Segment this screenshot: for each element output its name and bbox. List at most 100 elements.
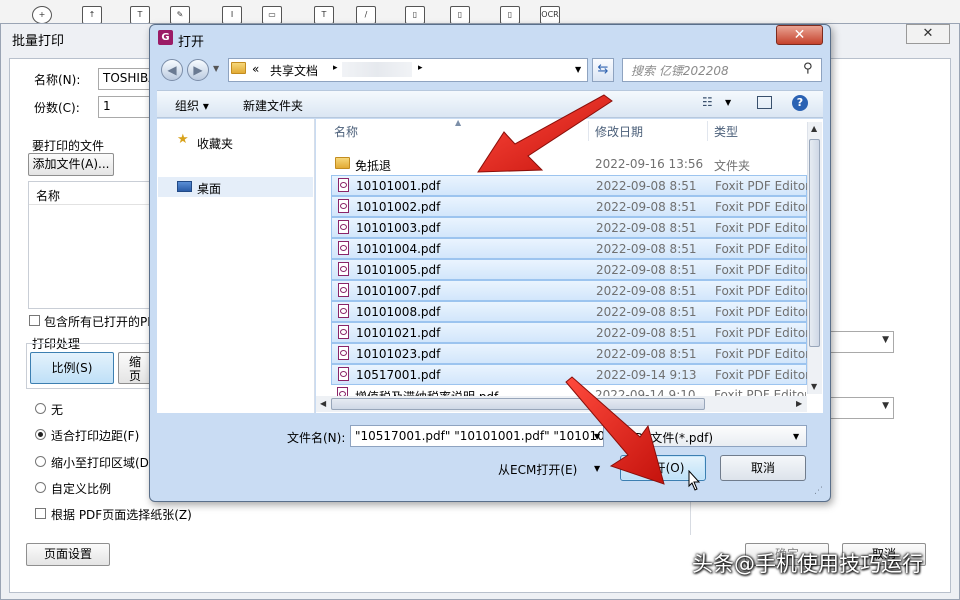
vertical-scroll-thumb[interactable]: [809, 139, 820, 347]
close-icon: ✕: [793, 27, 806, 43]
copies-input[interactable]: 1: [98, 96, 152, 118]
pdf-file-icon: [338, 199, 349, 213]
radio-custom[interactable]: [35, 482, 46, 493]
file-row[interactable]: 10101002.pdf 2022-09-08 8:51 Foxit PDF Edi…: [331, 196, 807, 217]
radio-fit-margins[interactable]: [35, 429, 46, 440]
batch-close-button[interactable]: ✕: [906, 24, 950, 44]
right-dropdown-1[interactable]: [830, 331, 894, 353]
export-icon[interactable]: ↑: [82, 6, 102, 24]
file-type: Foxit PDF Editor: [715, 368, 807, 382]
page-setup-button[interactable]: 页面设置: [26, 543, 110, 566]
page-icon[interactable]: ▭: [262, 6, 282, 24]
file-name: 10101001.pdf: [356, 179, 441, 193]
history-dropdown-icon[interactable]: ▼: [213, 64, 219, 73]
watermark: 头条@手机使用技巧运行: [692, 552, 923, 576]
file-row[interactable]: 10101008.pdf 2022-09-08 8:51 Foxit PDF Edi…: [331, 301, 807, 322]
file-row[interactable]: 10101005.pdf 2022-09-08 8:51 Foxit PDF Edi…: [331, 259, 807, 280]
column-header-name[interactable]: 名称: [334, 123, 358, 140]
file-row[interactable]: 10101001.pdf 2022-09-08 8:51 Foxit PDF Edi…: [331, 175, 807, 196]
ocr-icon[interactable]: OCR: [540, 6, 560, 24]
fit-page-button[interactable]: 缩 页: [118, 352, 152, 384]
nav-desktop[interactable]: 桌面: [197, 180, 221, 197]
column-separator-2[interactable]: [707, 121, 708, 141]
filter-dropdown-icon[interactable]: ▼: [793, 432, 799, 441]
include-open-checkbox[interactable]: [29, 315, 40, 326]
filename-dropdown-icon[interactable]: ▼: [594, 432, 600, 441]
file-row[interactable]: 10517001.pdf 2022-09-14 9:13 Foxit PDF Edi…: [331, 364, 807, 385]
printer-select[interactable]: TOSHIBA: [98, 68, 152, 90]
navigation-pane[interactable]: [157, 119, 315, 413]
close-icon: ✕: [922, 26, 934, 41]
ecm-dropdown-icon[interactable]: ▼: [594, 464, 600, 473]
right-dropdown-2[interactable]: [830, 397, 894, 419]
new-folder-button[interactable]: 新建文件夹: [243, 97, 303, 114]
star-icon: ★: [177, 132, 189, 147]
file-type-filter[interactable]: PDF文件(*.pdf): [620, 425, 807, 447]
open-cancel-button[interactable]: 取消: [720, 455, 806, 481]
text-icon[interactable]: T: [130, 6, 150, 24]
horizontal-scroll-thumb[interactable]: [331, 398, 705, 410]
column-separator[interactable]: [588, 121, 589, 141]
scroll-right-icon[interactable]: ▶: [796, 399, 802, 408]
file-row[interactable]: 10101003.pdf 2022-09-08 8:51 Foxit PDF Edi…: [331, 217, 807, 238]
scroll-up-icon[interactable]: ▲: [811, 124, 817, 133]
pdf-file-icon: [338, 262, 349, 276]
help-icon[interactable]: ?: [792, 95, 808, 111]
radio-none[interactable]: [35, 403, 46, 414]
forward-button[interactable]: ▶: [187, 59, 209, 81]
file-type: Foxit PDF Editor: [715, 326, 807, 340]
address-crumb-shared[interactable]: 共享文档: [270, 62, 318, 79]
nav-favorites[interactable]: 收藏夹: [197, 135, 233, 152]
document-icon[interactable]: ▯: [500, 6, 520, 24]
address-dropdown-icon[interactable]: ▼: [575, 65, 581, 74]
file-type: Foxit PDF Editor: [715, 179, 807, 193]
scroll-left-icon[interactable]: ◀: [320, 399, 326, 408]
file-row[interactable]: 10101007.pdf 2022-09-08 8:51 Foxit PDF Edi…: [331, 280, 807, 301]
refresh-button[interactable]: ⇆: [592, 58, 614, 82]
add-file-button[interactable]: 添加文件(A)...: [28, 153, 114, 176]
file-date: 2022-09-14 9:13: [596, 368, 697, 382]
search-input[interactable]: 搜索 亿镖202208: [622, 58, 822, 82]
file-list[interactable]: 名称: [28, 181, 152, 309]
filename-input[interactable]: "10517001.pdf" "10101001.pdf" "10101002.…: [350, 425, 604, 447]
select-text-icon[interactable]: I: [222, 6, 242, 24]
file-type: 文件夹: [714, 159, 751, 173]
resize-grip-icon[interactable]: ⋰: [814, 486, 823, 496]
refresh-icon: ⇆: [597, 62, 609, 77]
scale-button[interactable]: 比例(S): [30, 352, 114, 384]
edit-icon[interactable]: ✎: [170, 6, 190, 24]
choose-paper-label: 根据 PDF页面选择纸张(Z): [51, 508, 192, 522]
address-prefix[interactable]: «: [252, 62, 259, 76]
radio-fit-margins-label: 适合打印边距(F): [51, 429, 140, 443]
file-date: 2022-09-08 8:51: [596, 347, 697, 361]
desktop-icon: [177, 181, 192, 192]
highlight-icon[interactable]: /: [356, 6, 376, 24]
radio-shrink[interactable]: [35, 456, 46, 467]
circle-plus-icon[interactable]: +: [32, 6, 52, 24]
file-icon-2[interactable]: ▯: [450, 6, 470, 24]
typewriter-icon[interactable]: T: [314, 6, 334, 24]
scroll-down-icon[interactable]: ▼: [811, 382, 817, 391]
column-header-date[interactable]: 修改日期: [595, 123, 643, 140]
view-dropdown-icon[interactable]: ▼: [725, 98, 731, 107]
file-type: Foxit PDF Editor: [715, 242, 807, 256]
back-button[interactable]: ◀: [161, 59, 183, 81]
view-options-icon[interactable]: ☷: [702, 95, 713, 109]
folder-row[interactable]: 免抵退 2022-09-16 13:56 文件夹: [331, 154, 807, 175]
batch-dialog-title: 批量打印: [12, 34, 65, 49]
file-icon[interactable]: ▯: [405, 6, 425, 24]
organize-menu[interactable]: 组织 ▾: [175, 97, 209, 114]
address-crumb-blurred[interactable]: [342, 62, 412, 77]
file-row[interactable]: 10101021.pdf 2022-09-08 8:51 Foxit PDF Edi…: [331, 322, 807, 343]
file-row[interactable]: 10101004.pdf 2022-09-08 8:51 Foxit PDF Edi…: [331, 238, 807, 259]
file-row[interactable]: 10101023.pdf 2022-09-08 8:51 Foxit PDF Edi…: [331, 343, 807, 364]
file-date: 2022-09-08 8:51: [596, 200, 697, 214]
open-dialog-close-button[interactable]: ✕: [776, 25, 823, 45]
column-header-type[interactable]: 类型: [714, 123, 738, 140]
choose-paper-checkbox[interactable]: [35, 508, 46, 519]
open-from-ecm-button[interactable]: 从ECM打开(E): [498, 461, 577, 478]
pdf-file-icon: [338, 241, 349, 255]
preview-pane-icon[interactable]: [757, 96, 772, 109]
file-name: 10101005.pdf: [356, 263, 441, 277]
pdf-file-icon: [338, 325, 349, 339]
